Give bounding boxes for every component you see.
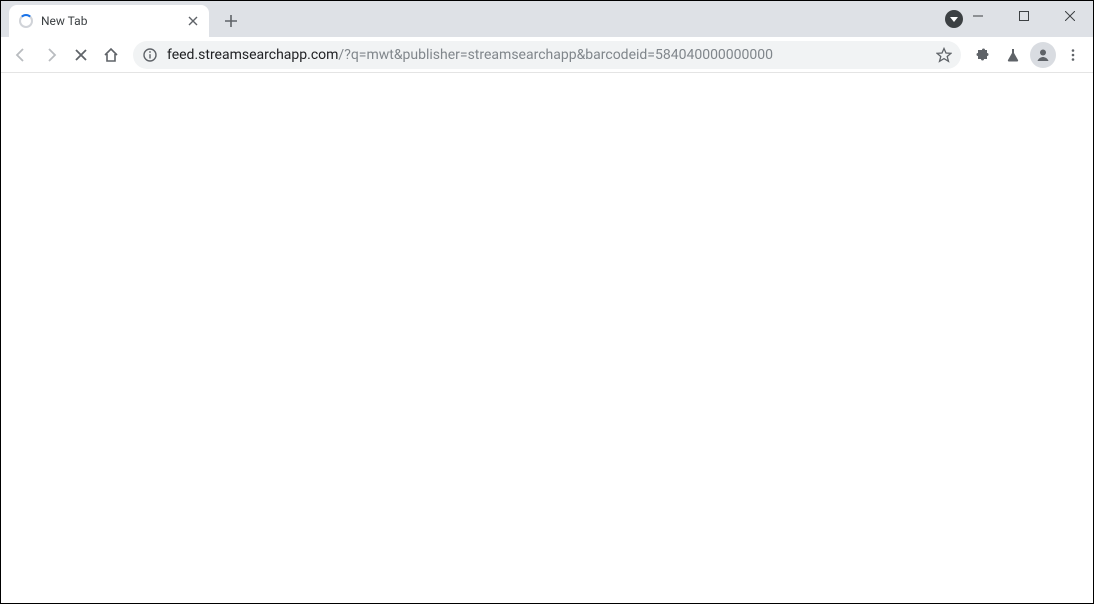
minimize-button[interactable] <box>955 1 1001 31</box>
puzzle-icon <box>975 47 991 63</box>
close-icon <box>1065 11 1075 21</box>
close-icon <box>188 16 198 26</box>
plus-icon <box>224 14 238 28</box>
person-icon <box>1035 47 1051 63</box>
stop-reload-button[interactable] <box>67 41 95 69</box>
minimize-icon <box>973 11 983 21</box>
maximize-icon <box>1019 11 1029 21</box>
page-content <box>1 73 1093 603</box>
url-path: /?q=mwt&publisher=streamsearchapp&barcod… <box>338 47 773 63</box>
close-icon <box>74 48 88 62</box>
extensions-button[interactable] <box>969 41 997 69</box>
menu-button[interactable] <box>1059 41 1087 69</box>
info-icon <box>143 48 157 62</box>
home-icon <box>103 47 119 63</box>
active-tab[interactable]: New Tab <box>9 5 209 37</box>
site-info-button[interactable] <box>141 46 159 64</box>
bookmark-button[interactable] <box>935 46 953 64</box>
maximize-button[interactable] <box>1001 1 1047 31</box>
forward-button[interactable] <box>37 41 65 69</box>
loading-spinner-icon <box>19 14 33 28</box>
close-window-button[interactable] <box>1047 1 1093 31</box>
url-text: feed.streamsearchapp.com/?q=mwt&publishe… <box>167 47 927 63</box>
url-host: feed.streamsearchapp.com <box>167 47 338 63</box>
back-button[interactable] <box>7 41 35 69</box>
flask-icon <box>1005 47 1021 63</box>
profile-button[interactable] <box>1029 41 1057 69</box>
browser-toolbar: feed.streamsearchapp.com/?q=mwt&publishe… <box>1 37 1093 73</box>
home-button[interactable] <box>97 41 125 69</box>
tab-title: New Tab <box>41 14 177 28</box>
new-tab-button[interactable] <box>217 7 245 35</box>
back-icon <box>13 47 29 63</box>
tab-close-button[interactable] <box>185 13 201 29</box>
forward-icon <box>43 47 59 63</box>
window-controls <box>955 1 1093 31</box>
address-bar[interactable]: feed.streamsearchapp.com/?q=mwt&publishe… <box>133 41 961 69</box>
star-icon <box>936 47 952 63</box>
tab-strip: New Tab <box>1 1 1093 37</box>
dots-vertical-icon <box>1066 48 1080 62</box>
avatar <box>1030 42 1056 68</box>
labs-button[interactable] <box>999 41 1027 69</box>
